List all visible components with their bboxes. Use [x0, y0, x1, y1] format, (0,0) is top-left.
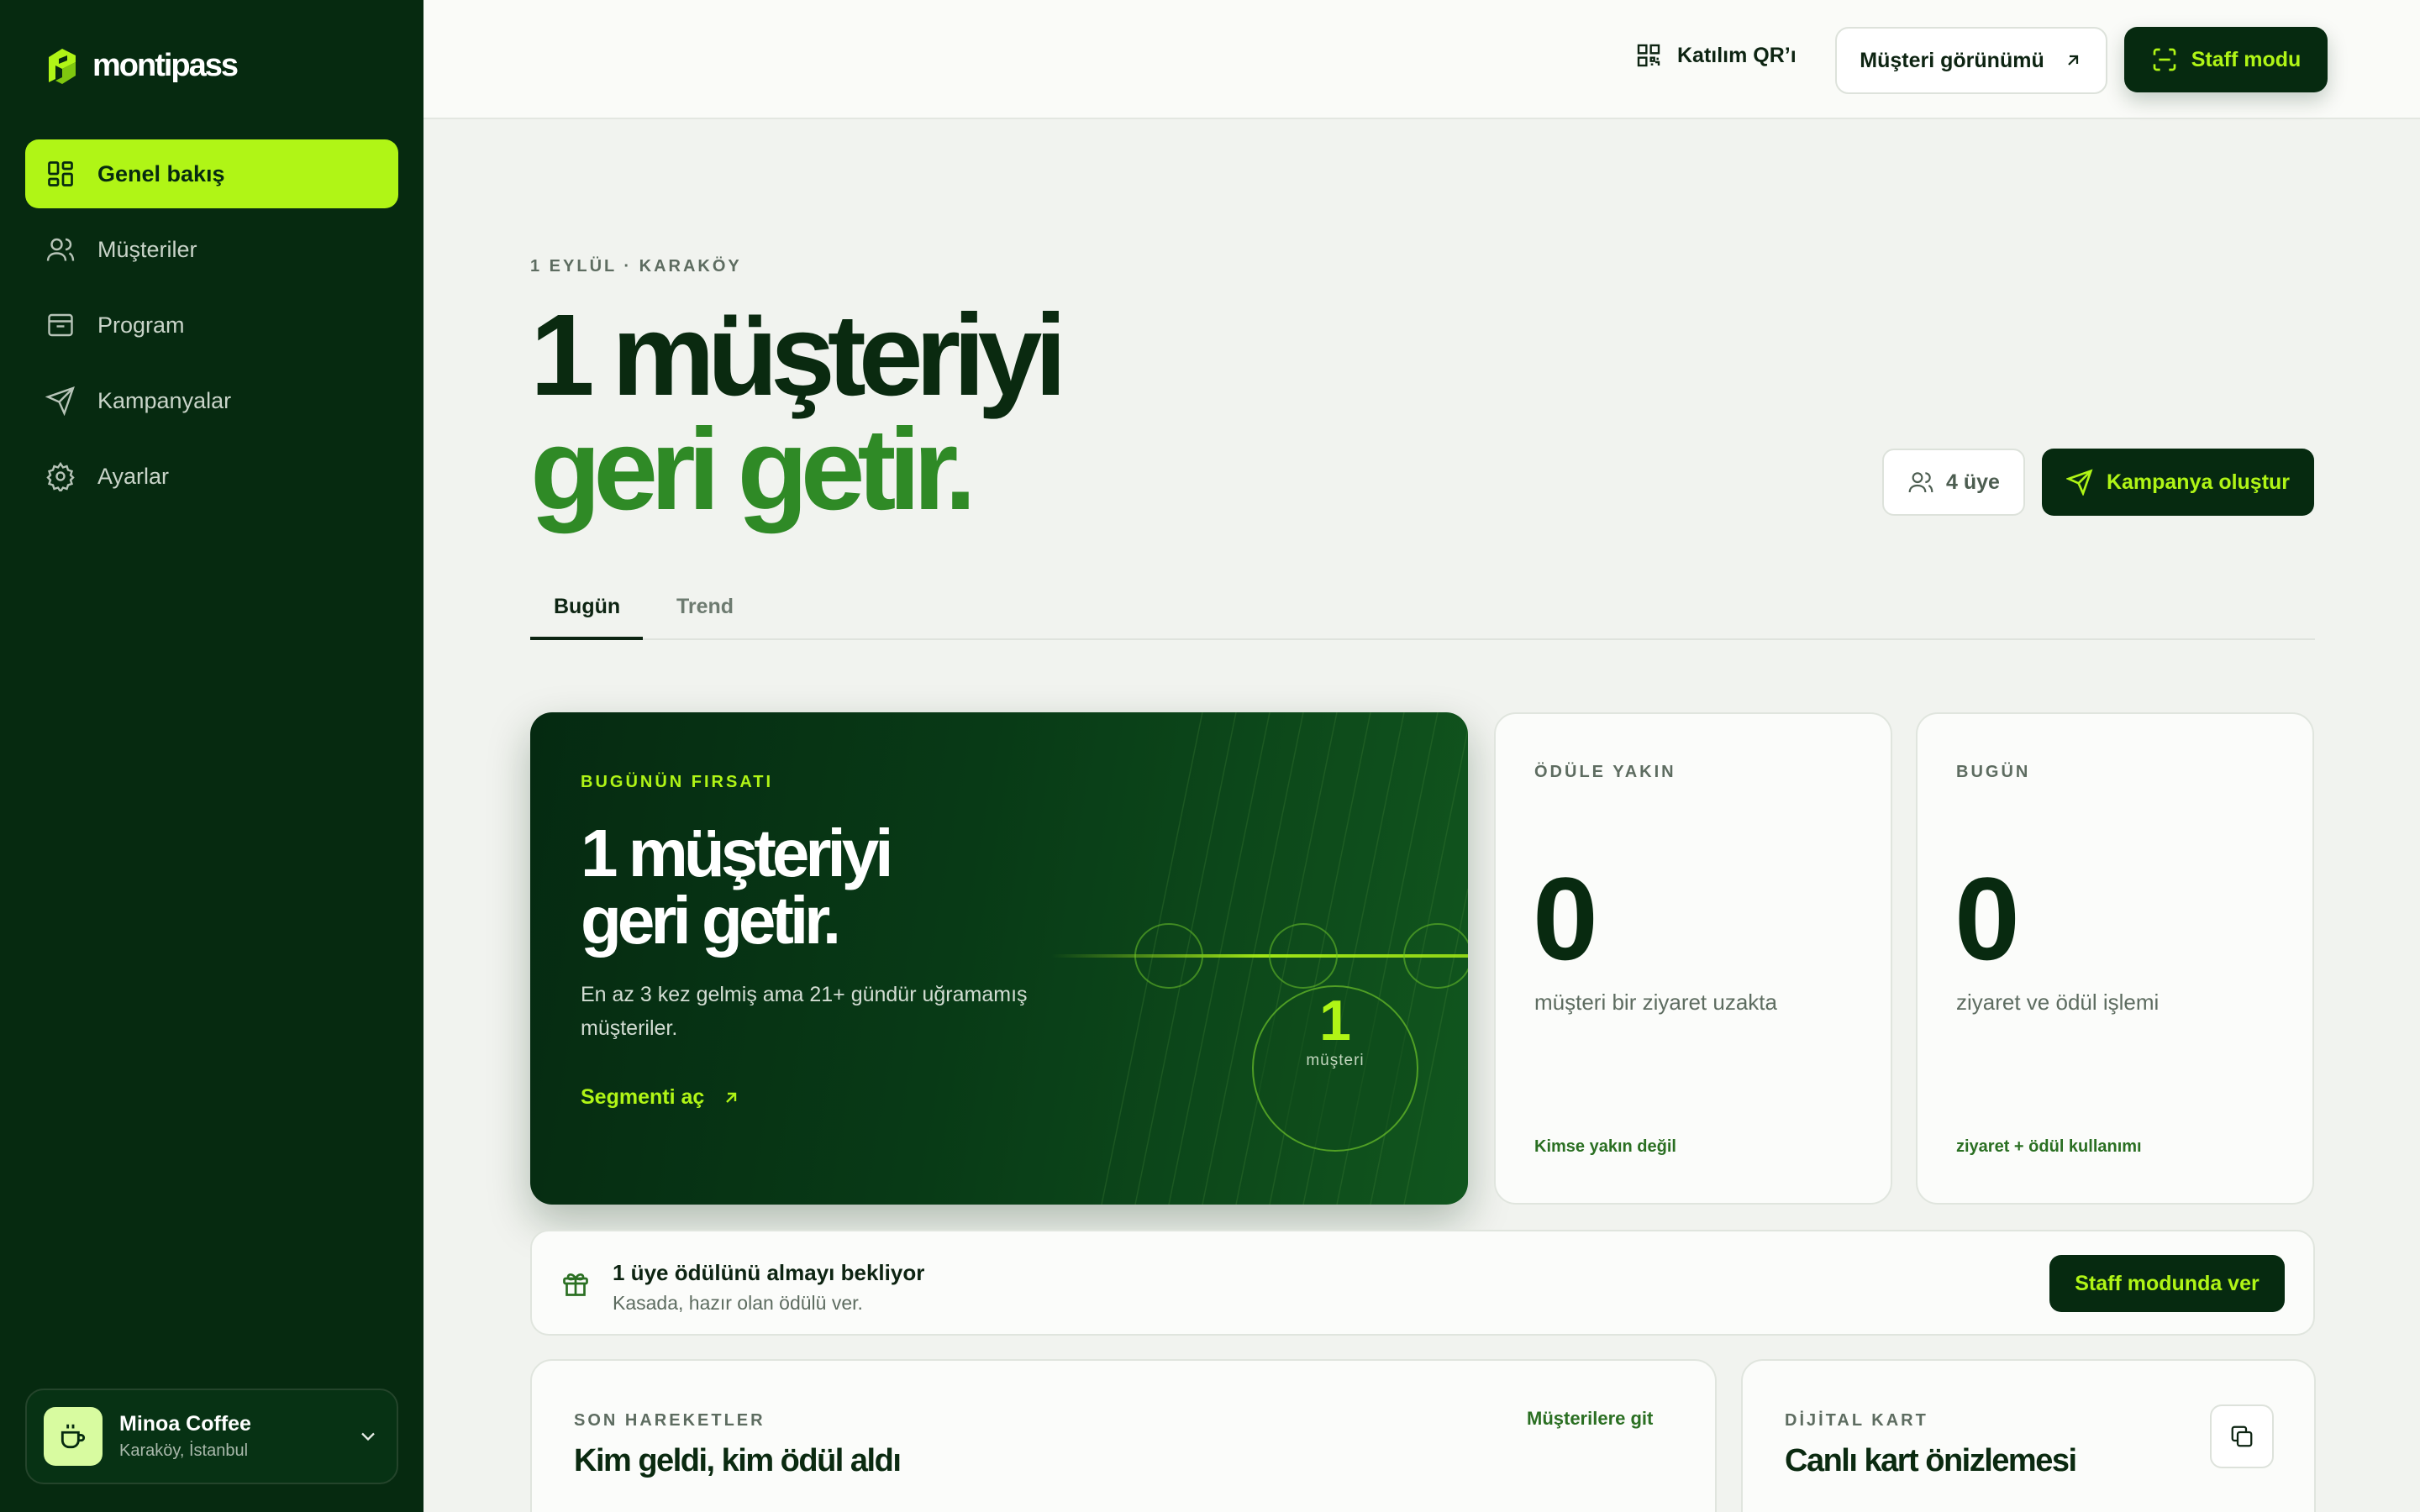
arrow-up-right-icon [2067, 55, 2078, 66]
sidebar-item-settings[interactable]: Ayarlar [25, 442, 398, 511]
sidebar: montipass Genel bakış Müşteriler Program [0, 0, 424, 1512]
stat-footer: ziyaret + ödül kullanımı [1956, 1137, 2142, 1156]
stat-label: müşteri bir ziyaret uzakta [1534, 990, 1777, 1015]
open-segment-link[interactable]: Segmenti aç [581, 1085, 741, 1110]
card-title: Canlı kart önizlemesi [1785, 1443, 2077, 1478]
members-count-label: 4 üye [1946, 470, 2000, 494]
page-title-line2: geri getir. [530, 405, 976, 534]
customer-view-button[interactable]: Müşteri görünümü [1835, 27, 2107, 94]
shop-location: Karaköy, İstanbul [119, 1441, 249, 1460]
arrow-up-right-icon [726, 1092, 737, 1103]
join-qr-button[interactable]: Katılım QR’ı [1635, 42, 1797, 69]
opportunity-eyebrow: BUGÜNÜN FIRSATI [581, 773, 774, 791]
sidebar-item-label: Kampanyalar [97, 387, 232, 413]
digital-card-preview: DİJİTAL KART Canlı kart önizlemesi [1741, 1359, 2316, 1512]
sidebar-item-program[interactable]: Program [25, 291, 398, 360]
opportunity-title: 1 müşteriyi geri getir. [581, 816, 893, 958]
opportunity-description: En az 3 kez gelmiş ama 21+ gündür uğrama… [581, 983, 1028, 1040]
shop-avatar [44, 1407, 103, 1466]
coffee-cup-icon [60, 1424, 86, 1449]
reward-banner-subtitle: Kasada, hazır olan ödülü ver. [613, 1292, 863, 1314]
stat-eyebrow: ÖDÜLE YAKIN [1534, 763, 1676, 781]
tab-trend[interactable]: Trend [676, 595, 734, 619]
recent-activity-card: SON HAREKETLER Kim geldi, kim ödül aldı … [530, 1359, 1717, 1512]
brand-name: montipass [92, 47, 239, 83]
page-title: 1 müşteriyi geri getir. [530, 291, 1067, 534]
today-activity-card: BUGÜN 0 ziyaret ve ödül işlemi ziyaret +… [1916, 712, 2314, 1205]
gear-icon [46, 461, 75, 491]
gift-icon [563, 1273, 588, 1296]
send-icon [45, 386, 75, 416]
inbox-icon [48, 313, 73, 337]
sidebar-item-label: Program [97, 312, 185, 338]
dashboard-grid-icon [48, 161, 73, 186]
montipass-logo-icon [49, 49, 76, 84]
stat-eyebrow: BUGÜN [1956, 763, 2031, 781]
chevron-down-icon [361, 1432, 375, 1441]
card-eyebrow: DİJİTAL KART [1785, 1411, 1928, 1430]
stat-value: 0 [1533, 853, 1598, 984]
pending-reward-banner: 1 üye ödülünü almayı bekliyor Kasada, ha… [530, 1230, 2315, 1336]
staff-mode-button[interactable]: Staff modu [2124, 27, 2328, 92]
sidebar-item-customers[interactable]: Müşteriler [25, 215, 398, 284]
opportunity-title-line1: 1 müşteriyi [581, 816, 893, 890]
users-icon [1908, 472, 1933, 493]
page-title-line1: 1 müşteriyi [530, 291, 1067, 420]
opportunity-count-label: müşteri [1306, 1052, 1365, 1069]
reward-banner-title: 1 üye ödülünü almayı bekliyor [613, 1260, 925, 1285]
active-tab-indicator [530, 637, 643, 640]
staff-mode-label: Staff modu [2191, 47, 2302, 71]
join-qr-label: Katılım QR’ı [1677, 43, 1797, 67]
brand[interactable]: montipass [44, 45, 239, 86]
stat-value: 0 [1954, 853, 2020, 984]
topbar: Katılım QR’ı Müşteri görünümü Staff modu [424, 0, 2420, 119]
copy-icon [2231, 1425, 2253, 1447]
users-icon [46, 238, 75, 261]
scan-icon [2153, 48, 2176, 71]
create-campaign-button[interactable]: Kampanya oluştur [2042, 449, 2314, 516]
opportunity-count: 1 [1319, 989, 1351, 1053]
go-to-customers-link[interactable]: Müşterilere git [1527, 1408, 1653, 1430]
send-icon [2065, 469, 2093, 496]
customer-view-label: Müşteri görünümü [1860, 48, 2044, 72]
shop-switcher[interactable]: Minoa Coffee Karaköy, İstanbul [25, 1389, 398, 1484]
date-location-eyebrow: 1 EYLÜL · KARAKÖY [530, 257, 742, 276]
sidebar-item-label: Ayarlar [97, 463, 170, 489]
sidebar-item-campaigns[interactable]: Kampanyalar [25, 366, 398, 435]
qr-code-icon [1637, 44, 1660, 67]
stat-footer: Kimse yakın değil [1534, 1137, 1676, 1156]
stat-label: ziyaret ve ödül işlemi [1956, 990, 2160, 1015]
opportunity-title-line2: geri getir. [581, 883, 841, 958]
shop-name: Minoa Coffee [119, 1412, 251, 1436]
todays-opportunity-card: BUGÜNÜN FIRSATI 1 müşteriyi geri getir. … [530, 712, 1468, 1205]
create-campaign-label: Kampanya oluştur [2106, 470, 2291, 494]
card-title: Kim geldi, kim ödül aldı [574, 1443, 902, 1478]
sidebar-nav: Genel bakış Müşteriler Program Kampanyal… [25, 139, 398, 517]
sidebar-item-label: Müşteriler [97, 236, 197, 262]
card-eyebrow: SON HAREKETLER [574, 1411, 765, 1430]
near-reward-card: ÖDÜLE YAKIN 0 müşteri bir ziyaret uzakta… [1494, 712, 1892, 1205]
tab-today[interactable]: Bugün [554, 595, 620, 619]
copy-button[interactable] [2210, 1404, 2274, 1468]
sidebar-item-overview[interactable]: Genel bakış [25, 139, 398, 208]
view-tabs: Bugün Trend [530, 580, 2315, 640]
members-count-button[interactable]: 4 üye [1882, 449, 2025, 516]
give-in-staff-mode-button[interactable]: Staff modunda ver [2049, 1255, 2285, 1312]
sidebar-item-label: Genel bakış [97, 160, 225, 186]
open-segment-label: Segmenti aç [581, 1085, 705, 1109]
